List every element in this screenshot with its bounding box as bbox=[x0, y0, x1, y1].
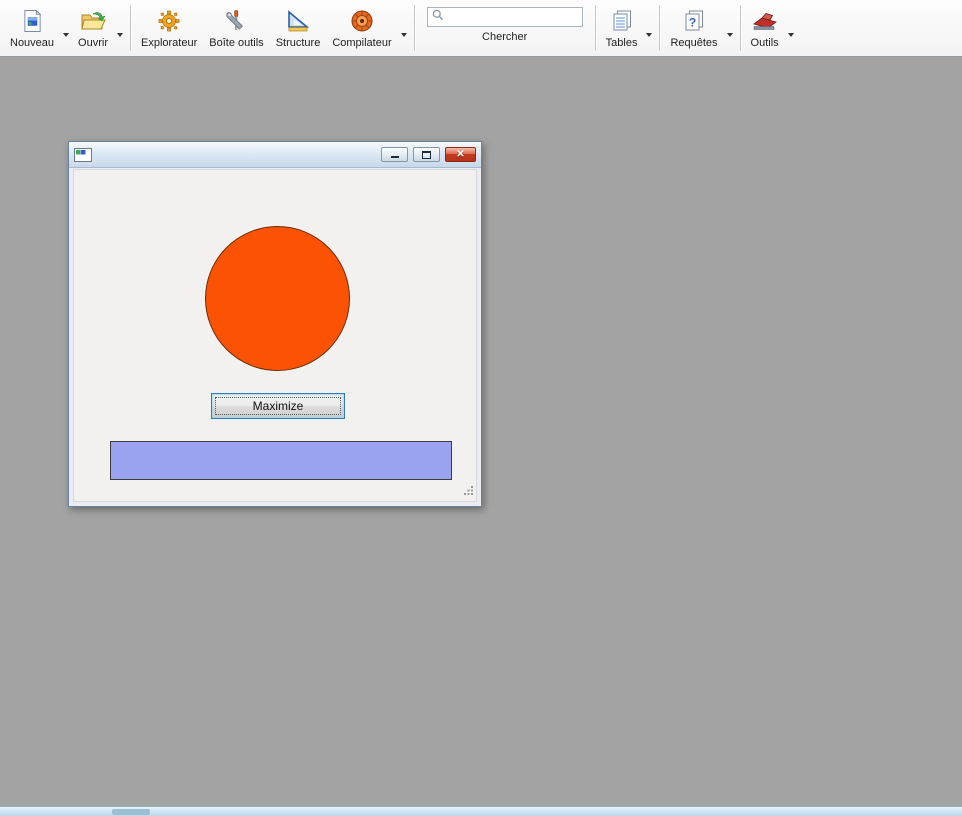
toolbar-button-ouvrir[interactable]: Ouvrir bbox=[72, 2, 126, 54]
minimize-button[interactable] bbox=[381, 147, 408, 162]
toolbar-button-requetes[interactable]: ? Requêtes bbox=[664, 2, 735, 54]
toolbar-label: Boîte outils bbox=[209, 37, 263, 49]
chevron-down-icon[interactable] bbox=[785, 19, 797, 37]
chevron-down-icon[interactable] bbox=[643, 19, 655, 37]
compiler-disc-icon bbox=[350, 8, 374, 34]
status-bar bbox=[0, 806, 962, 816]
search-icon bbox=[432, 8, 444, 26]
resize-grip[interactable] bbox=[464, 482, 474, 500]
app-window[interactable]: ✕ Maximize bbox=[68, 141, 482, 507]
search-group: Chercher bbox=[419, 0, 591, 56]
open-folder-icon bbox=[80, 8, 106, 34]
toolbar-label: Structure bbox=[276, 37, 321, 49]
toolbar-separator bbox=[414, 5, 415, 51]
toolbar-label: Ouvrir bbox=[78, 37, 108, 49]
toolbar-label: Requêtes bbox=[670, 37, 717, 49]
search-input[interactable] bbox=[448, 11, 578, 23]
svg-text:?: ? bbox=[689, 15, 696, 29]
toolbar-button-nouveau[interactable]: Nouveau bbox=[4, 2, 72, 54]
toolbar-label: Outils bbox=[751, 37, 779, 49]
main-toolbar: Nouveau Ouvrir Explorateur Boîte outils bbox=[0, 0, 962, 57]
chevron-down-icon[interactable] bbox=[60, 19, 72, 37]
toolbar-button-tables[interactable]: Tables bbox=[600, 2, 656, 54]
search-box[interactable] bbox=[427, 7, 583, 27]
toolbar-separator bbox=[659, 5, 660, 51]
toolbar-separator bbox=[130, 5, 131, 51]
maximize-button[interactable]: Maximize bbox=[211, 393, 345, 419]
window-titlebar[interactable]: ✕ bbox=[69, 142, 481, 168]
scrollbar-thumb[interactable] bbox=[112, 809, 150, 815]
toolbar-label: Compilateur bbox=[332, 37, 391, 49]
gear-icon bbox=[157, 8, 181, 34]
caption-buttons: ✕ bbox=[381, 147, 476, 162]
chevron-down-icon[interactable] bbox=[114, 19, 126, 37]
toolbar-separator bbox=[740, 5, 741, 51]
orange-circle bbox=[205, 226, 350, 371]
toolbar-label: Nouveau bbox=[10, 37, 54, 49]
window-client-area: Maximize bbox=[73, 169, 477, 502]
toolbar-button-boite-outils[interactable]: Boîte outils bbox=[203, 2, 269, 54]
close-button[interactable]: ✕ bbox=[445, 147, 476, 162]
toolbar-button-compilateur[interactable]: Compilateur bbox=[326, 2, 409, 54]
chevron-down-icon[interactable] bbox=[724, 19, 736, 37]
toolbar-button-outils[interactable]: Outils bbox=[745, 2, 797, 54]
toolbox-icon bbox=[224, 8, 248, 34]
chevron-down-icon[interactable] bbox=[398, 19, 410, 37]
tools-plane-icon bbox=[752, 8, 778, 34]
set-square-icon bbox=[286, 8, 310, 34]
toolbar-button-explorateur[interactable]: Explorateur bbox=[135, 2, 203, 54]
toolbar-label: Tables bbox=[606, 37, 638, 49]
maximize-restore-button[interactable] bbox=[413, 147, 440, 162]
blue-panel bbox=[110, 441, 452, 480]
search-label: Chercher bbox=[482, 31, 527, 43]
toolbar-button-structure[interactable]: Structure bbox=[270, 2, 327, 54]
queries-pages-icon: ? bbox=[682, 8, 706, 34]
tables-pages-icon bbox=[610, 8, 634, 34]
new-document-icon bbox=[22, 8, 43, 34]
window-icon bbox=[74, 148, 92, 162]
toolbar-label: Explorateur bbox=[141, 37, 197, 49]
toolbar-separator bbox=[595, 5, 596, 51]
